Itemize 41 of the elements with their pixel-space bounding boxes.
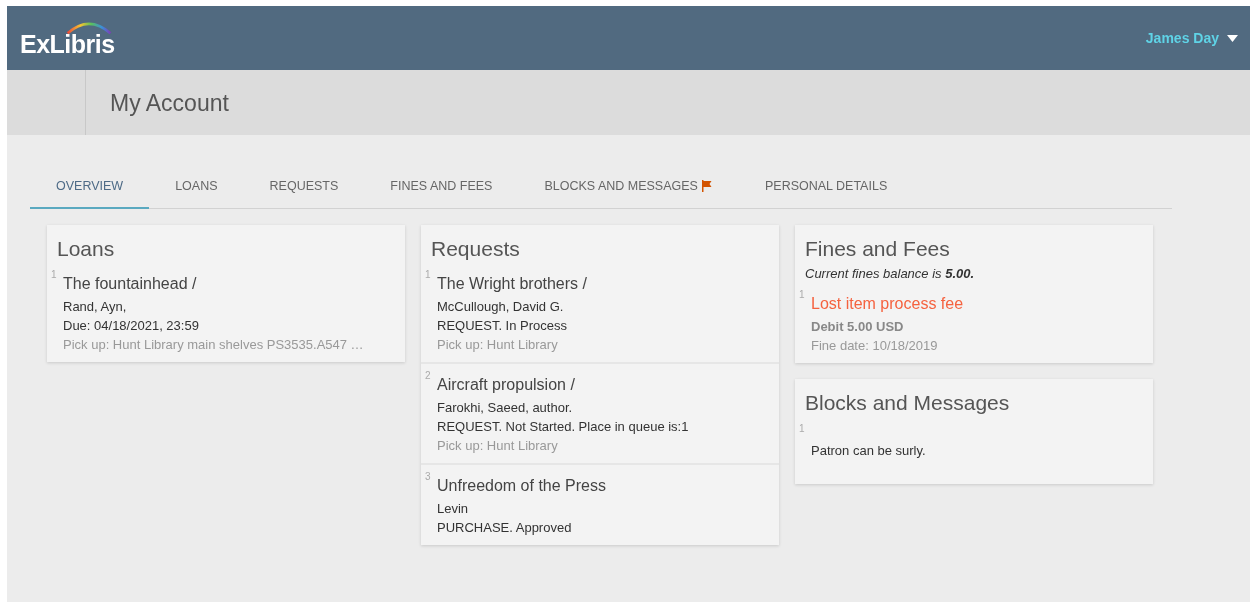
tab[interactable]: BLOCKS AND MESSAGES bbox=[518, 171, 739, 209]
item-detail-muted: Fine date: 10/18/2019 bbox=[811, 338, 939, 353]
item-number: 1 bbox=[51, 269, 58, 282]
item-number: 1 bbox=[799, 423, 806, 436]
page-title: My Account bbox=[109, 89, 229, 118]
item-number: 1 bbox=[425, 269, 432, 282]
item-number: 3 bbox=[425, 471, 432, 484]
item-detail: McCullough, David G. bbox=[437, 299, 565, 314]
card-title: Requests bbox=[430, 236, 521, 261]
card-title: Blocks and Messages bbox=[804, 390, 1011, 415]
item-detail-muted: Pick up: Hunt Library main shelves PS3535.A547 … bbox=[63, 337, 364, 352]
item-title[interactable]: Unfreedom of the Press bbox=[437, 477, 606, 495]
item-title[interactable]: The fountainhead / bbox=[63, 275, 364, 293]
item-detail: Debit 5.00 USD bbox=[811, 319, 905, 334]
card-title: Loans bbox=[56, 236, 116, 261]
item-detail-muted: Pick up: Hunt Library bbox=[437, 438, 559, 453]
caret-icon bbox=[1227, 34, 1238, 42]
message-text: Patron can be surly. bbox=[811, 442, 926, 460]
item-title[interactable]: The Wright brothers / bbox=[437, 275, 587, 293]
item-title: Lost item process fee bbox=[811, 295, 964, 313]
item-detail: Due: 04/18/2021, 23:59 bbox=[63, 318, 200, 333]
item-detail: REQUEST. Not Started. Place in queue is:1 bbox=[437, 419, 689, 434]
balance-text: Current fines balance is 5.00. bbox=[804, 265, 976, 281]
tab[interactable]: FINES AND FEES bbox=[364, 171, 519, 209]
item-number: 2 bbox=[425, 370, 432, 383]
tab[interactable]: REQUESTS bbox=[243, 171, 365, 209]
logo: ExLibris bbox=[20, 17, 123, 59]
card-title: Fines and Fees bbox=[804, 236, 951, 261]
item-number: 1 bbox=[799, 289, 806, 302]
item-title[interactable]: Aircraft propulsion / bbox=[437, 376, 689, 394]
item-detail-muted: Pick up: Hunt Library bbox=[437, 337, 559, 352]
item-detail: Rand, Ayn, bbox=[63, 299, 128, 314]
tab[interactable]: LOANS bbox=[149, 171, 244, 209]
item-detail: Levin bbox=[437, 501, 470, 516]
flag-icon bbox=[700, 180, 713, 192]
item-detail: PURCHASE. Approved bbox=[437, 520, 573, 535]
tab[interactable]: OVERVIEW bbox=[30, 171, 150, 209]
item-detail: Farokhi, Saeed, author. bbox=[437, 400, 574, 415]
tab[interactable]: PERSONAL DETAILS bbox=[738, 171, 914, 209]
user-menu[interactable]: James Day bbox=[1145, 30, 1238, 46]
item-detail: REQUEST. In Process bbox=[437, 318, 569, 333]
